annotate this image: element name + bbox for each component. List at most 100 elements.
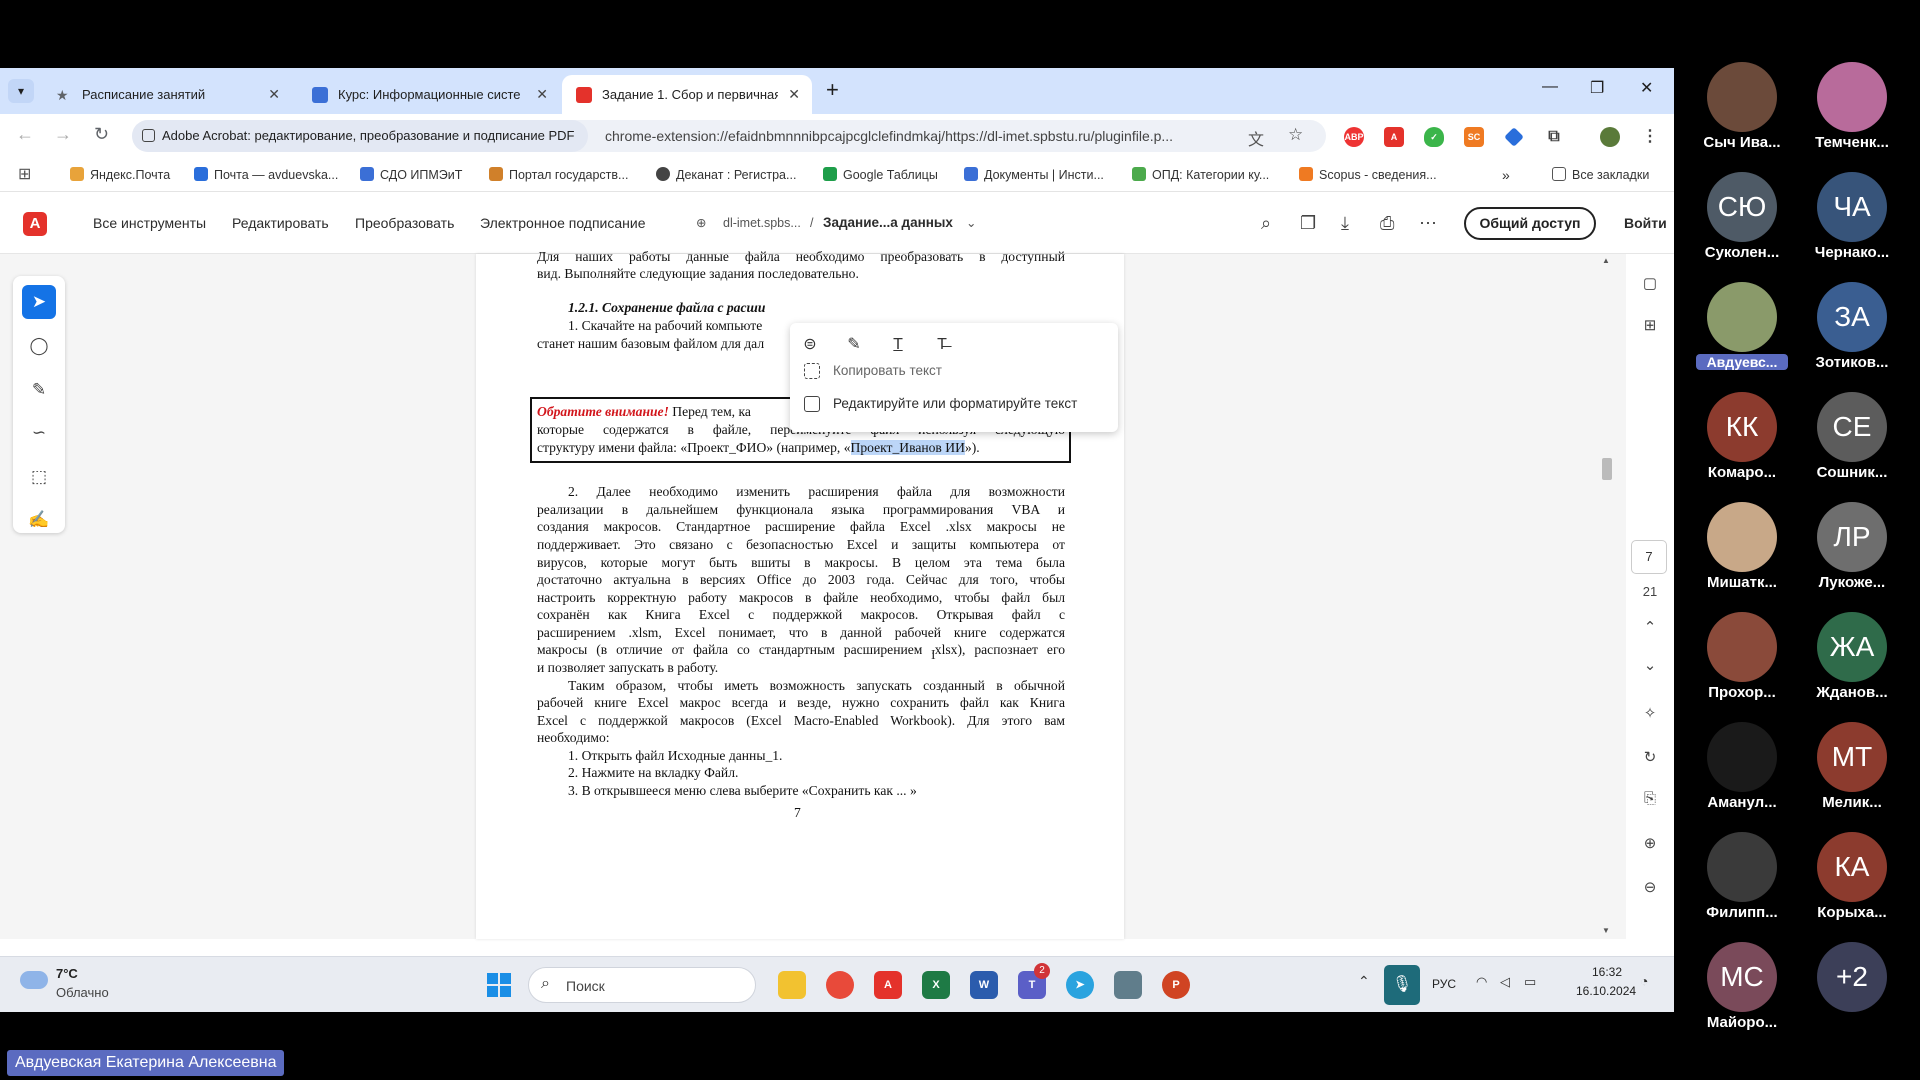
reload-icon[interactable]: ↻ [94,124,109,145]
zoom-out-icon[interactable]: ⊖ [1638,878,1662,896]
battery-icon[interactable]: ▭ [1524,974,1536,990]
search-icon[interactable]: ⌕ [1261,213,1271,234]
text-box-icon[interactable]: ⬚ [22,460,56,494]
bookmark-item[interactable]: Документы | Инсти... [964,158,1104,192]
scroll-down-icon[interactable]: ▼ [1602,926,1610,935]
microphone-icon[interactable]: 🎙 [1384,965,1420,1005]
next-page-icon[interactable]: ⌄ [1638,656,1662,674]
menu-esign[interactable]: Электронное подписание [480,192,646,254]
underline-icon[interactable]: T̲ [886,333,910,357]
acrobat-taskbar-icon[interactable]: A [874,971,902,999]
bookmark-item[interactable]: Портал государств... [489,158,628,192]
close-icon[interactable]: ✕ [536,75,548,114]
participant-tile[interactable]: Мишатк... [1688,502,1796,612]
rotate-icon[interactable]: ↻ [1638,748,1662,766]
all-bookmarks[interactable]: Все закладки [1552,158,1649,192]
prev-page-icon[interactable]: ⌃ [1638,618,1662,636]
selected-text[interactable]: Проект_Иванов ИИ [850,440,965,455]
tab-course[interactable]: Курс: Информационные систе ✕ [298,75,560,114]
forward-icon[interactable]: → [54,124,72,145]
url-text[interactable]: chrome-extension://efaidnbmnnnibpcajpcgl… [605,120,1173,152]
participant-tile[interactable]: СЮ Суколен... [1688,172,1796,282]
bookmark-item[interactable]: ОПД: Категории ку... [1132,158,1269,192]
notifications-icon[interactable]: ◔ [1640,973,1648,989]
participant-tile[interactable]: Сыч Ива... [1688,62,1796,172]
omnibox[interactable]: Adobe Acrobat: редактирование, преобразо… [132,120,1326,152]
sc-extension-icon[interactable]: SC [1464,127,1484,147]
close-icon[interactable]: ✕ [788,75,800,114]
windows-start-icon[interactable] [487,973,511,997]
strikethrough-icon[interactable]: T̶ [930,333,954,357]
profile-avatar[interactable] [1600,127,1620,147]
wifi-icon[interactable]: ◠ [1476,974,1487,990]
breadcrumb-site[interactable]: dl-imet.spbs... [723,192,801,254]
sign-in-link[interactable]: Войти [1624,192,1667,254]
edit-text-item[interactable]: Редактируйте или форматируйте текст [800,389,1100,419]
bookmark-item[interactable]: Почта — avduevska... [194,158,338,192]
calculator-icon[interactable] [1114,971,1142,999]
participant-tile[interactable]: +2 [1798,942,1906,1052]
grid-view-icon[interactable]: ⊞ [1638,316,1662,334]
print-icon[interactable]: ⎙ [1380,213,1394,234]
scroll-thumb[interactable] [1602,458,1612,480]
clock-time[interactable]: 16:32 [1592,965,1622,979]
breadcrumb-doc[interactable]: Задание...а данных [823,192,953,254]
puzzle-icon[interactable]: ⧉ [1544,127,1564,147]
bookmark-star-icon[interactable]: ☆ [1288,125,1303,145]
clock-date[interactable]: 16.10.2024 [1576,984,1636,998]
bookmark-item[interactable]: Деканат : Регистра... [656,158,796,192]
scroll-up-icon[interactable]: ▲ [1602,256,1610,265]
telegram-icon[interactable]: ➤ [1066,971,1094,999]
bookmark-item[interactable]: Scopus - сведения... [1299,158,1437,192]
page-thumbnails-icon[interactable]: ❐ [1300,213,1316,234]
participant-tile[interactable]: ЧА Чернако... [1798,172,1906,282]
new-tab-icon[interactable]: + [826,77,839,103]
more-bookmarks-icon[interactable]: » [1502,158,1510,192]
powerpoint-icon[interactable]: P [1162,971,1190,999]
adblock-icon[interactable]: ABP [1344,127,1364,147]
participant-tile[interactable]: ЖА Жданов... [1798,612,1906,722]
participant-tile[interactable]: МС Майоро... [1688,942,1796,1052]
select-cursor-icon[interactable]: ➤ [22,285,56,319]
tab-assignment[interactable]: Задание 1. Сбор и первичная ✕ [562,75,812,114]
participant-tile[interactable]: СЕ Сошник... [1798,392,1906,502]
ai-assistant-icon[interactable]: ✧ [1638,704,1662,722]
taskbar-search[interactable]: ⌕ Поиск [528,967,756,1003]
tab-search-dropdown-icon[interactable]: ▾ [8,79,34,103]
comment-icon[interactable]: ⊜ [798,333,822,357]
close-icon[interactable]: ✕ [268,75,280,114]
participant-tile[interactable]: КК Комаро... [1688,392,1796,502]
bookmark-item[interactable]: Яндекс.Почта [70,158,170,192]
participant-tile[interactable]: Авдуевс... [1688,282,1796,392]
participant-tile[interactable]: ЛР Лукоже... [1798,502,1906,612]
volume-icon[interactable]: ◁ [1500,974,1510,990]
highlight-pen-icon[interactable]: ✎ [22,373,56,407]
page-current-box[interactable]: 7 [1631,540,1667,574]
sign-icon[interactable]: ✍ [22,503,56,537]
diamond-extension-icon[interactable] [1504,127,1524,147]
file-explorer-icon[interactable] [778,971,806,999]
chevron-down-icon[interactable]: ⌄ [966,192,976,254]
tab-schedule[interactable]: ★ Расписание занятий ✕ [42,75,292,114]
word-icon[interactable]: W [970,971,998,999]
more-options-icon[interactable]: ⋯ [1419,213,1437,234]
participant-tile[interactable]: ЗА Зотиков... [1798,282,1906,392]
menu-convert[interactable]: Преобразовать [355,192,454,254]
page-export-icon[interactable]: ⎘ [1638,790,1662,807]
participant-tile[interactable]: МТ Мелик... [1798,722,1906,832]
site-info-chip[interactable]: Adobe Acrobat: редактирование, преобразо… [132,120,589,152]
excel-icon[interactable]: X [922,971,950,999]
comments-icon[interactable]: ▢ [1638,274,1662,292]
vertical-scrollbar[interactable]: ▲ ▼ [1599,254,1615,939]
minimize-icon[interactable]: — [1542,78,1558,96]
back-icon[interactable]: ← [16,124,34,145]
zoom-in-icon[interactable]: ⊕ [1638,834,1662,852]
translate-icon[interactable]: 文 [1248,126,1264,150]
participant-tile[interactable]: Прохор... [1688,612,1796,722]
participant-tile[interactable]: Темченк... [1798,62,1906,172]
highlight-icon[interactable]: ✎ [842,333,866,357]
bookmark-item[interactable]: Google Таблицы [823,158,938,192]
restore-icon[interactable]: ❐ [1590,78,1604,98]
input-language[interactable]: РУС [1432,977,1456,991]
participant-tile[interactable]: КА Корыха... [1798,832,1906,942]
